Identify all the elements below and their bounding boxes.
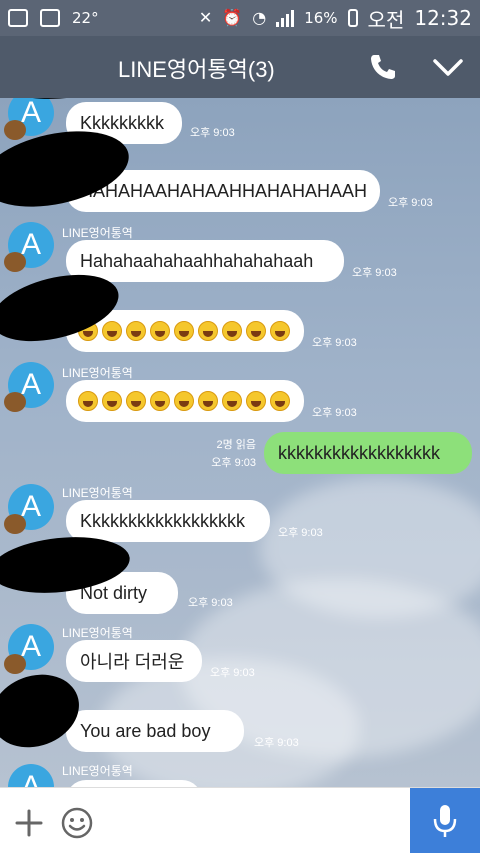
message-bubble[interactable]: Hahahaahahaahhahahahaah [66,240,344,282]
sender-name: LINE영어통역 [62,764,133,778]
sender-name: LINE영어통역 [62,486,133,500]
laughing-emoji-icon [198,321,218,341]
laughing-emoji-icon [174,391,194,411]
message-bubble[interactable]: 아니라 더러운 [66,640,202,682]
bear-sticker-icon [4,120,26,140]
phone-call-icon[interactable] [368,52,398,82]
laughing-emoji-icon [78,391,98,411]
laughing-emoji-icon [198,391,218,411]
message-bubble[interactable] [66,380,304,422]
emoji-row [78,391,290,411]
bear-sticker-icon [4,392,26,412]
microphone-button[interactable] [410,788,480,853]
message-bubble[interactable]: You are bad boy [66,710,244,752]
avatar[interactable]: A [4,624,54,674]
laughing-emoji-icon [126,391,146,411]
chevron-down-icon[interactable] [432,54,464,80]
laughing-emoji-icon [126,321,146,341]
alarm-icon: ⏰ [222,8,243,27]
bear-sticker-icon [4,654,26,674]
gallery-notification-icon [40,9,60,27]
outgoing-message-bubble[interactable]: kkkkkkkkkkkkkkkkkk [264,432,472,474]
avatar[interactable]: A [4,362,54,412]
battery-icon [347,9,358,27]
mute-icon: ✕ [198,8,213,27]
message-bubble[interactable] [66,780,202,787]
sender-name: LINE영어통역 [62,226,133,240]
message-time: 오후 9:03 [278,527,323,539]
plus-icon[interactable] [14,808,44,838]
laughing-emoji-icon [150,321,170,341]
emoji-icon[interactable] [60,806,94,840]
status-ampm: 오전 [367,7,405,32]
laughing-emoji-icon [270,321,290,341]
microphone-icon [433,805,457,837]
laughing-emoji-icon [246,321,266,341]
message-time: 오후 9:03 [188,597,233,609]
wifi-icon: ◔ [252,8,267,27]
battery-percent: 16% [304,9,338,27]
message-time: 오후 9:03 [388,197,433,209]
message-time: 오후 9:03 [211,457,256,469]
laughing-emoji-icon [150,391,170,411]
status-time: 12:32 [414,6,472,30]
temperature: 22° [72,9,99,27]
message-input-bar [0,787,480,853]
laughing-emoji-icon [102,321,122,341]
avatar[interactable]: A [8,764,54,787]
laughing-emoji-icon [222,391,242,411]
chat-title: LINE영어통역(3) [118,57,275,82]
message-time: 오후 9:03 [190,127,235,139]
message-time: 오후 9:03 [312,337,357,349]
signal-icon [276,9,295,27]
message-time: 오후 9:03 [352,267,397,279]
message-time: 오후 9:03 [312,407,357,419]
line-notification-icon [8,9,28,27]
chat-header: LINE영어통역(3) [0,36,480,98]
bear-sticker-icon [4,514,26,534]
bear-sticker-icon [4,252,26,272]
emoji-row [78,321,290,341]
chat-area[interactable]: A Kkkkkkkkk 오후 9:03 HAHAHAAHAHAAHHAHAHAH… [0,98,480,787]
avatar[interactable]: A [4,98,54,140]
read-receipt: 2명 읽음 [216,439,256,451]
laughing-emoji-icon [246,391,266,411]
message-time: 오후 9:03 [254,737,299,749]
laughing-emoji-icon [102,391,122,411]
status-bar: 22° ✕ ⏰ ◔ 16% 오전 12:32 [0,0,480,36]
laughing-emoji-icon [174,321,194,341]
avatar[interactable]: A [4,222,54,272]
laughing-emoji-icon [222,321,242,341]
message-bubble[interactable]: Kkkkkkkkkkkkkkkkkk [66,500,270,542]
laughing-emoji-icon [270,391,290,411]
avatar[interactable]: A [4,484,54,534]
sender-name: LINE영어통역 [62,366,133,380]
sender-name: LINE영어통역 [62,626,133,640]
message-time: 오후 9:03 [210,667,255,679]
